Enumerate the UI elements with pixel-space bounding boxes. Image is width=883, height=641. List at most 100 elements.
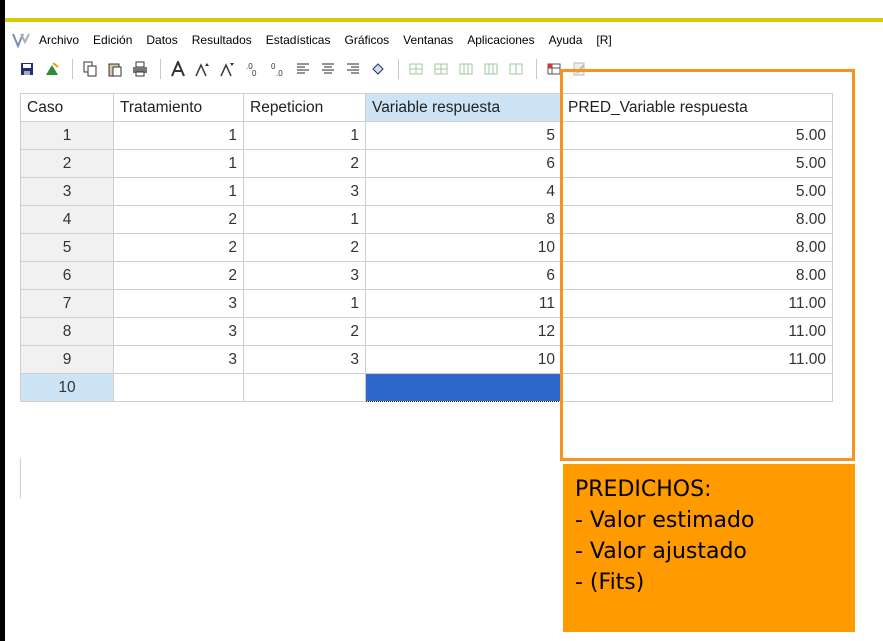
row-number[interactable]: 5	[20, 233, 114, 262]
menu-graficos[interactable]: Gráficos	[337, 33, 396, 47]
cell-pred-variable-respuesta[interactable]: 11.00	[561, 317, 833, 346]
cell-repeticion[interactable]: 2	[243, 233, 366, 262]
cell-variable-respuesta[interactable]: 10	[365, 345, 562, 374]
row-number[interactable]: 4	[20, 205, 114, 234]
print-icon[interactable]	[129, 58, 151, 80]
cell-pred-variable-respuesta[interactable]: 11.00	[561, 289, 833, 318]
frame-top-inner	[5, 0, 883, 18]
cell-variable-respuesta-active[interactable]	[365, 373, 562, 402]
align-center-icon[interactable]	[317, 58, 339, 80]
row-number[interactable]: 8	[20, 317, 114, 346]
table-row: 9 3 3 10 11.00	[20, 345, 833, 374]
row-number[interactable]: 7	[20, 289, 114, 318]
menu-estadisticas[interactable]: Estadísticas	[259, 33, 338, 47]
column-header-pred-variable-respuesta[interactable]: PRED_Variable respuesta	[561, 93, 833, 122]
column-header-tratamiento[interactable]: Tratamiento	[113, 93, 244, 122]
menu-resultados[interactable]: Resultados	[185, 33, 259, 47]
cell-variable-respuesta[interactable]: 11	[365, 289, 562, 318]
toolbar: .0 0 0.0	[16, 55, 593, 83]
cell-tratamiento[interactable]: 2	[113, 233, 244, 262]
cell-tratamiento[interactable]: 2	[113, 261, 244, 290]
grid-left-edge	[20, 458, 21, 498]
cell-pred-variable-respuesta[interactable]: 8.00	[561, 233, 833, 262]
header-row: Caso Tratamiento Repeticion Variable res…	[20, 93, 833, 122]
cell-variable-respuesta[interactable]: 4	[365, 177, 562, 206]
decimals-increase-icon[interactable]: .0 0	[242, 58, 264, 80]
menu-aplicaciones[interactable]: Aplicaciones	[460, 33, 541, 47]
fill-icon[interactable]	[367, 58, 389, 80]
add-column-icon[interactable]	[480, 58, 502, 80]
transpose-icon[interactable]	[543, 58, 565, 80]
cell-repeticion[interactable]: 1	[243, 289, 366, 318]
cell-pred-variable-respuesta[interactable]: 11.00	[561, 345, 833, 374]
font-icon[interactable]	[167, 58, 189, 80]
menu-ventanas[interactable]: Ventanas	[396, 33, 460, 47]
cell-repeticion[interactable]: 2	[243, 317, 366, 346]
save-icon[interactable]	[16, 58, 38, 80]
cell-pred-variable-respuesta[interactable]: 8.00	[561, 261, 833, 290]
cell-pred-variable-respuesta[interactable]: 5.00	[561, 121, 833, 150]
cell-tratamiento[interactable]: 3	[113, 345, 244, 374]
delete-row-icon[interactable]	[430, 58, 452, 80]
cell-variable-respuesta[interactable]: 8	[365, 205, 562, 234]
cell-variable-respuesta[interactable]: 12	[365, 317, 562, 346]
cell-tratamiento[interactable]: 2	[113, 205, 244, 234]
delete-column-icon[interactable]	[505, 58, 527, 80]
cell-repeticion[interactable]: 3	[243, 345, 366, 374]
table-row: 10	[20, 373, 833, 402]
row-number[interactable]: 3	[20, 177, 114, 206]
cell-repeticion[interactable]	[243, 373, 366, 402]
edit-note-icon[interactable]	[568, 58, 590, 80]
cell-variable-respuesta[interactable]: 6	[365, 149, 562, 178]
cell-tratamiento[interactable]: 1	[113, 149, 244, 178]
callout-line: - (Fits)	[575, 570, 645, 595]
cell-tratamiento[interactable]: 3	[113, 289, 244, 318]
row-number[interactable]: 9	[20, 345, 114, 374]
cell-tratamiento[interactable]	[113, 373, 244, 402]
align-left-icon[interactable]	[292, 58, 314, 80]
column-header-repeticion[interactable]: Repeticion	[243, 93, 366, 122]
font-decrease-icon[interactable]	[217, 58, 239, 80]
cell-pred-variable-respuesta[interactable]: 5.00	[561, 177, 833, 206]
table-row: 2 1 2 6 5.00	[20, 149, 833, 178]
font-increase-icon[interactable]	[192, 58, 214, 80]
cell-repeticion[interactable]: 3	[243, 177, 366, 206]
menu-r[interactable]: [R]	[589, 33, 618, 47]
decimals-decrease-icon[interactable]: 0.0	[267, 58, 289, 80]
cell-pred-variable-respuesta[interactable]	[561, 373, 833, 402]
cell-repeticion[interactable]: 3	[243, 261, 366, 290]
cell-tratamiento[interactable]: 3	[113, 317, 244, 346]
toolbar-separator	[72, 59, 73, 79]
copy-icon[interactable]	[79, 58, 101, 80]
cell-repeticion[interactable]: 1	[243, 121, 366, 150]
cell-pred-variable-respuesta[interactable]: 8.00	[561, 205, 833, 234]
callout-line: - Valor estimado	[575, 508, 755, 533]
cell-repeticion[interactable]: 2	[243, 149, 366, 178]
table-row: 1 1 1 5 5.00	[20, 121, 833, 150]
row-number[interactable]: 1	[20, 121, 114, 150]
menu-ayuda[interactable]: Ayuda	[542, 33, 590, 47]
table-row: 5 2 2 10 8.00	[20, 233, 833, 262]
table-row: 8 3 2 12 11.00	[20, 317, 833, 346]
menu-datos[interactable]: Datos	[139, 33, 184, 47]
insert-row-icon[interactable]	[405, 58, 427, 80]
column-header-caso[interactable]: Caso	[20, 93, 114, 122]
row-number[interactable]: 2	[20, 149, 114, 178]
cell-variable-respuesta[interactable]: 5	[365, 121, 562, 150]
cell-variable-respuesta[interactable]: 10	[365, 233, 562, 262]
toolbar-separator	[536, 59, 537, 79]
insert-column-icon[interactable]	[455, 58, 477, 80]
column-header-variable-respuesta[interactable]: Variable respuesta	[365, 93, 562, 122]
align-right-icon[interactable]	[342, 58, 364, 80]
cell-variable-respuesta[interactable]: 6	[365, 261, 562, 290]
cell-repeticion[interactable]: 1	[243, 205, 366, 234]
cell-tratamiento[interactable]: 1	[113, 121, 244, 150]
row-number[interactable]: 10	[20, 373, 114, 402]
menu-edicion[interactable]: Edición	[86, 33, 139, 47]
row-number[interactable]: 6	[20, 261, 114, 290]
menu-archivo[interactable]: Archivo	[32, 33, 86, 47]
paste-icon[interactable]	[104, 58, 126, 80]
cell-tratamiento[interactable]: 1	[113, 177, 244, 206]
open-icon[interactable]	[41, 58, 63, 80]
cell-pred-variable-respuesta[interactable]: 5.00	[561, 149, 833, 178]
